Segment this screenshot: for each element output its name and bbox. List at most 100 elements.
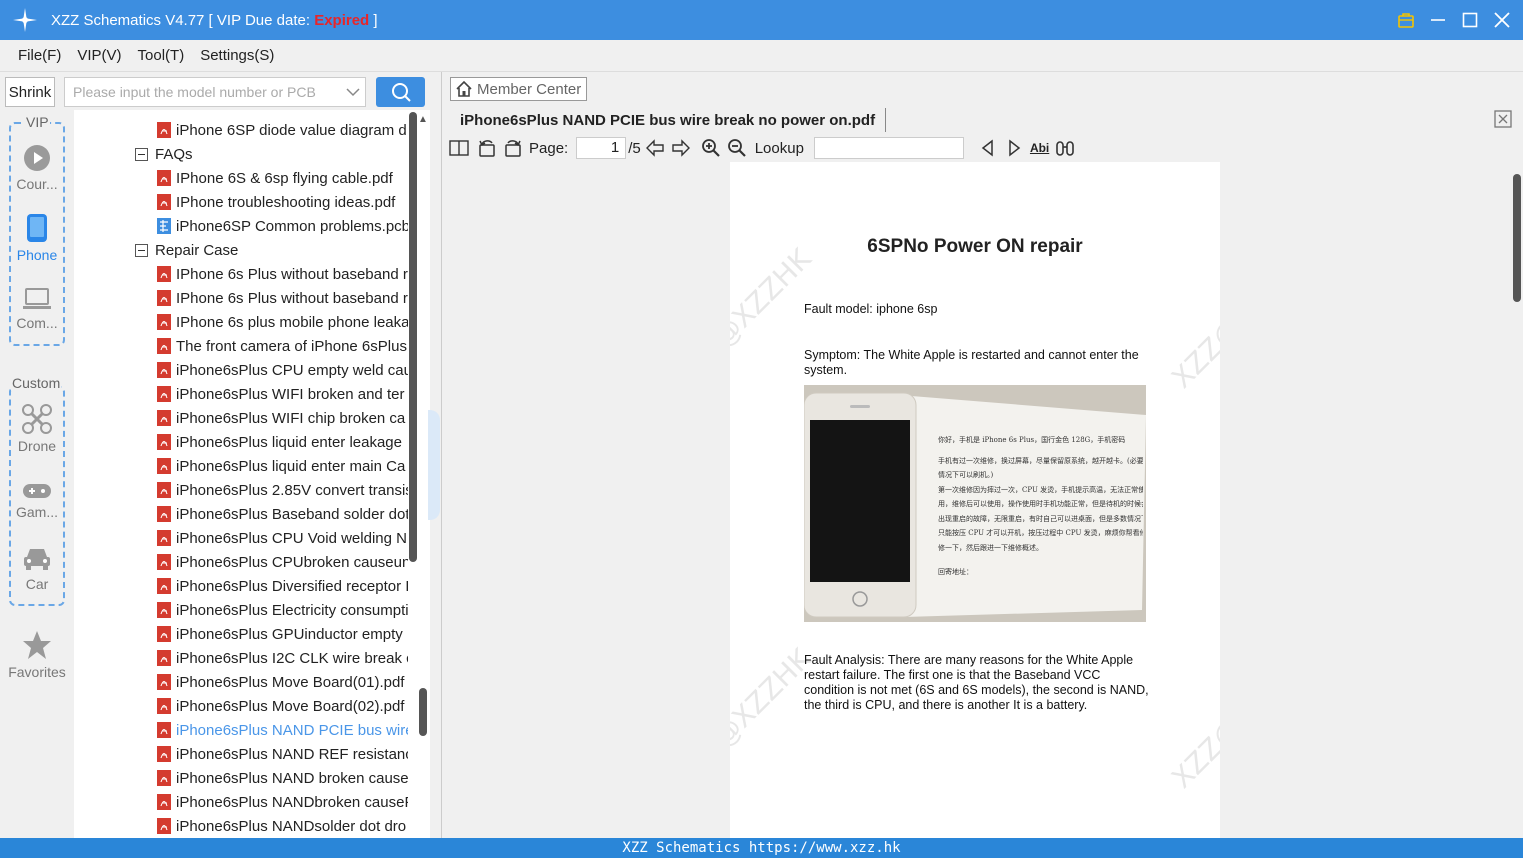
chevron-down-icon[interactable] [341, 80, 365, 104]
tree-item-label: IPhone 6s plus mobile phone leaka [176, 313, 408, 331]
zoom-out-icon[interactable] [727, 138, 747, 158]
next-page-icon[interactable] [671, 138, 691, 158]
collapse-toggle-icon[interactable] [135, 243, 148, 257]
note-line: 第一次维修因为摔过一次，CPU 发烫，手机提示高温，无法正常使 [938, 485, 1143, 494]
rail-item-car[interactable]: Car [0, 546, 74, 592]
pdf-file-icon [157, 674, 171, 690]
find-next-icon[interactable] [1004, 138, 1024, 158]
tree-item-label: FAQs [155, 145, 193, 163]
tree-item-label: iPhone6sPlus CPU Void welding N [176, 529, 407, 547]
tree-file-item[interactable]: IPhone 6S & 6sp flying cable.pdf [157, 166, 393, 190]
tree-item-label: IPhone troubleshooting ideas.pdf [176, 193, 396, 211]
tree-item-label: iPhone6sPlus NAND PCIE bus wire [176, 721, 408, 739]
search-button[interactable] [376, 77, 425, 107]
tree-folder[interactable]: Repair Case [135, 238, 238, 262]
pdf-file-icon [157, 194, 171, 210]
page-number-input[interactable]: 1 [576, 137, 627, 159]
file-tree: iPhone 6SP diode value diagram d FAQs IPho… [74, 110, 430, 838]
tree-file-item[interactable]: iPhone6sPlus GPUinductor empty [157, 622, 403, 646]
rail-item-games[interactable]: Gam... [0, 482, 74, 520]
pcb-file-icon [157, 218, 171, 234]
car-icon [24, 549, 50, 570]
rail-item-computer[interactable]: Com... [0, 287, 74, 331]
menu-tool[interactable]: Tool(T) [138, 47, 185, 64]
scroll-up-icon[interactable]: ▲ [418, 114, 428, 125]
document-tab[interactable]: iPhone6sPlus NAND PCIE bus wire break no… [450, 108, 887, 132]
tree-file-item[interactable]: IPhone 6s Plus without baseband r [157, 262, 408, 286]
note-line: 出现重启的故障，无限重启，有时自己可以进桌面，但是多数情况下， [938, 514, 1143, 523]
viewer-scrollbar[interactable] [1511, 162, 1523, 838]
pdf-file-icon [157, 746, 171, 762]
pdf-file-icon [157, 338, 171, 354]
shrink-button[interactable]: Shrink [5, 77, 55, 107]
rail-item-phone[interactable]: Phone [0, 213, 74, 263]
tree-file-item[interactable]: iPhone6sPlus CPU Void welding N [157, 526, 407, 550]
rotate-left-icon[interactable] [477, 138, 497, 158]
star-icon [23, 631, 51, 659]
tree-file-item[interactable]: iPhone6sPlus I2C CLK wire break c [157, 646, 408, 670]
close-tab-icon[interactable] [1494, 110, 1512, 128]
tree-file-item[interactable]: iPhone6sPlus NAND broken cause [157, 766, 408, 790]
tree-file-item[interactable]: iPhone6sPlus Move Board(02).pdf [157, 694, 404, 718]
watermark: XZZ@XZZHK [1165, 242, 1220, 395]
tree-file-item[interactable]: iPhone6sPlus Diversified receptor I [157, 574, 408, 598]
member-center-button[interactable]: Member Center [450, 77, 587, 101]
tree-file-item[interactable]: iPhone6sPlus liquid enter main Ca [157, 454, 405, 478]
rail-item-drone[interactable]: Drone [0, 404, 74, 454]
rotate-right-icon[interactable] [503, 138, 523, 158]
tree-file-item[interactable]: IPhone 6s Plus without baseband r [157, 286, 408, 310]
menu-file[interactable]: File(F) [18, 47, 61, 64]
collapse-toggle-icon[interactable] [135, 147, 148, 161]
tree-file-item[interactable]: iPhone6sPlus 2.85V convert transis [157, 478, 408, 502]
search-input[interactable] [73, 84, 341, 100]
tree-file-item[interactable]: iPhone 6SP diode value diagram d [157, 118, 407, 142]
tree-item-label: iPhone6sPlus 2.85V convert transis [176, 481, 408, 499]
match-case-button[interactable]: Abi [1030, 141, 1049, 155]
menu-vip[interactable]: VIP(V) [77, 47, 121, 64]
rail-item-courses[interactable]: Cour... [0, 144, 74, 192]
pdf-page: XZZ@XZZHK XZZ@XZZHK XZZ@XZZHK XZZ@XZZHK … [730, 162, 1220, 838]
tree-file-item[interactable]: iPhone6SP Common problems.pcb [157, 214, 408, 238]
pdf-file-icon [157, 602, 171, 618]
note-line: 情况下可以刷机。) [938, 471, 994, 479]
zoom-in-icon[interactable] [701, 138, 721, 158]
tree-file-item[interactable]: iPhone6sPlus CPUbroken causeun [157, 550, 408, 574]
play-circle-icon [24, 145, 50, 171]
collapse-panel-handle[interactable] [428, 410, 440, 520]
tree-file-item[interactable]: iPhone6sPlus Electricity consumpti [157, 598, 408, 622]
lookup-input[interactable] [813, 137, 964, 159]
tree-file-item[interactable]: iPhone6sPlus Baseband solder dot [157, 502, 408, 526]
binoculars-icon[interactable] [1055, 138, 1075, 158]
maximize-icon[interactable] [1461, 11, 1479, 29]
tree-file-item[interactable]: The front camera of iPhone 6sPlus [157, 334, 407, 358]
split-view-icon[interactable] [449, 138, 469, 158]
find-previous-icon[interactable] [978, 138, 998, 158]
viewer-scroll-thumb[interactable] [1513, 174, 1521, 302]
tree-file-item[interactable]: iPhone6sPlus liquid enter leakage [157, 430, 402, 454]
tree-file-item[interactable]: iPhone6sPlus CPU empty weld cau [157, 358, 408, 382]
tree-file-item[interactable]: iPhone6sPlus NAND PCIE bus wire [157, 718, 408, 742]
watermark: XZZ@XZZHK [1165, 642, 1220, 795]
rail-item-favorites[interactable]: Favorites [0, 630, 74, 680]
tree-item-label: iPhone6sPlus I2C CLK wire break c [176, 649, 408, 667]
tree-file-item[interactable]: iPhone6sPlus WIFI broken and ter [157, 382, 404, 406]
menu-settings[interactable]: Settings(S) [200, 47, 274, 64]
tree-scrollbar[interactable] [409, 112, 417, 562]
pdf-file-icon [157, 458, 171, 474]
tree-file-item[interactable]: IPhone 6s plus mobile phone leaka [157, 310, 408, 334]
tree-scrollbar-secondary[interactable] [419, 688, 427, 736]
prev-page-icon[interactable] [645, 138, 665, 158]
tree-item-label: iPhone6sPlus NAND broken cause [176, 769, 408, 787]
pdf-file-icon [157, 650, 171, 666]
tree-file-item[interactable]: iPhone6sPlus NAND REF resistance [157, 742, 408, 766]
tree-folder[interactable]: FAQs [135, 142, 193, 166]
tree-file-item[interactable]: IPhone troubleshooting ideas.pdf [157, 190, 395, 214]
bag-icon[interactable] [1397, 11, 1415, 29]
tree-file-item[interactable]: iPhone6sPlus NANDsolder dot dro [157, 814, 406, 838]
close-icon[interactable] [1493, 11, 1511, 29]
tree-file-item[interactable]: iPhone6sPlus NANDbroken causeF [157, 790, 408, 814]
tree-file-item[interactable]: iPhone6sPlus WIFI chip broken ca [157, 406, 405, 430]
tree-file-item[interactable]: iPhone6sPlus Move Board(01).pdf [157, 670, 404, 694]
pdf-file-icon [157, 794, 171, 810]
minimize-icon[interactable] [1429, 11, 1447, 29]
